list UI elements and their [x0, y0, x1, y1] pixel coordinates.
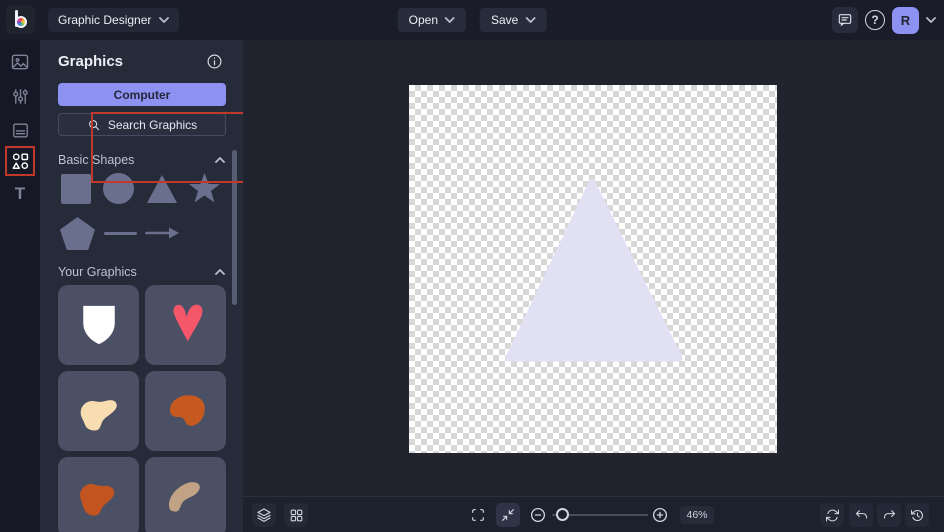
layers-button[interactable]	[252, 503, 276, 527]
chevron-up-icon	[215, 157, 225, 163]
tool-rail: T	[0, 40, 40, 532]
minus-circle-icon	[530, 507, 546, 523]
help-icon: ?	[871, 13, 879, 27]
triangle-layer[interactable]	[409, 85, 777, 453]
chevron-down-icon	[445, 17, 455, 23]
fullscreen-button[interactable]	[466, 503, 490, 527]
avatar-initial: R	[900, 12, 911, 28]
orange-blob-graphic	[79, 484, 114, 516]
shape-line[interactable]	[104, 232, 137, 235]
shield-graphic	[82, 305, 115, 345]
zoom-slider-handle[interactable]	[556, 508, 569, 521]
basic-shapes-label: Basic Shapes	[58, 153, 135, 167]
search-graphics-button[interactable]: Search Graphics	[58, 113, 226, 136]
zoom-out-button[interactable]	[526, 503, 550, 527]
computer-upload-button[interactable]: Computer	[58, 83, 226, 106]
design-canvas[interactable]	[409, 85, 777, 453]
section-basic-shapes-header[interactable]: Basic Shapes	[58, 152, 225, 168]
section-your-graphics-header[interactable]: Your Graphics	[58, 264, 225, 280]
templates-icon	[12, 122, 28, 138]
account-chevron-down-icon[interactable]	[926, 17, 936, 23]
befunky-logo[interactable]	[6, 5, 35, 34]
graphics-panel: Graphics Computer Search Graphics Basic …	[40, 40, 243, 532]
orange-bean-graphic	[169, 395, 205, 426]
history-button[interactable]	[905, 503, 929, 527]
save-label: Save	[491, 13, 519, 27]
zoom-level-badge[interactable]: 46%	[680, 506, 714, 524]
app-switcher-label: Graphic Designer	[58, 13, 152, 27]
reset-button[interactable]	[820, 503, 844, 527]
search-button-label: Search Graphics	[107, 117, 198, 132]
canvas-workspace	[243, 40, 944, 496]
image-icon	[11, 54, 29, 70]
shape-pentagon[interactable]	[58, 216, 97, 251]
shape-circle[interactable]	[103, 173, 134, 204]
panel-scrollbar[interactable]	[232, 150, 237, 305]
undo-button[interactable]	[849, 503, 873, 527]
plus-circle-icon	[652, 507, 668, 523]
tool-image-manager[interactable]	[8, 50, 32, 74]
shape-star[interactable]	[188, 173, 221, 204]
fullscreen-icon	[472, 509, 484, 521]
shape-arrow[interactable]	[145, 227, 180, 239]
text-tool-icon: T	[14, 183, 26, 203]
graphics-shapes-icon	[12, 153, 29, 170]
info-icon	[207, 54, 222, 69]
sync-icon	[825, 509, 839, 521]
topbar-center-actions: Open Save	[397, 8, 547, 32]
cream-blob-graphic	[80, 400, 117, 431]
tool-edit-adjust[interactable]	[8, 84, 32, 108]
top-bar: Graphic Designer Open Save ? R	[0, 0, 944, 40]
account-avatar[interactable]: R	[892, 6, 919, 34]
redo-icon	[883, 509, 895, 519]
fit-to-screen-button[interactable]	[496, 503, 520, 527]
app-switcher-dropdown[interactable]: Graphic Designer	[48, 8, 180, 32]
chevron-down-icon	[159, 17, 170, 23]
logo-color-wheel-icon	[15, 16, 27, 28]
history-icon	[910, 509, 923, 521]
graphic-designer-app: Graphic Designer Open Save ? R T Graphic…	[0, 0, 944, 532]
topbar-right-actions: ? R	[832, 0, 936, 40]
graphic-tile-shield[interactable]	[58, 285, 139, 365]
computer-button-label: Computer	[113, 87, 171, 102]
help-button[interactable]: ?	[865, 10, 885, 30]
zoom-slider[interactable]	[552, 508, 648, 521]
graphic-tile-cream-blob[interactable]	[58, 371, 139, 451]
open-button[interactable]: Open	[397, 8, 466, 32]
chat-icon	[838, 14, 852, 26]
layers-icon	[257, 508, 271, 522]
sliders-icon	[12, 88, 28, 104]
redo-button[interactable]	[877, 503, 901, 527]
fit-screen-icon	[502, 509, 514, 521]
open-label: Open	[408, 13, 438, 27]
graphic-tile-orange-blob[interactable]	[58, 457, 139, 532]
shape-square[interactable]	[61, 174, 91, 204]
undo-icon	[855, 509, 867, 519]
graphic-tile-heart[interactable]	[145, 285, 226, 365]
tool-graphics[interactable]	[8, 149, 32, 173]
zoom-in-button[interactable]	[648, 503, 672, 527]
graphic-tile-tan-bean[interactable]	[145, 457, 226, 532]
tan-bean-graphic	[168, 482, 200, 512]
bottom-toolbar: 46%	[243, 496, 944, 532]
save-button[interactable]: Save	[480, 8, 547, 32]
graphic-tile-orange-bean[interactable]	[145, 371, 226, 451]
info-button[interactable]	[206, 53, 223, 75]
heart-graphic	[172, 304, 202, 342]
chevron-down-icon	[525, 17, 536, 23]
your-graphics-label: Your Graphics	[58, 265, 137, 279]
zoom-level-value: 46%	[686, 509, 708, 521]
panel-title: Graphics	[58, 53, 124, 70]
shape-triangle[interactable]	[146, 174, 178, 204]
tool-templates[interactable]	[8, 118, 32, 142]
grid-view-button[interactable]	[284, 503, 308, 527]
tool-text[interactable]: T	[8, 181, 32, 205]
feedback-button[interactable]	[832, 7, 858, 33]
chevron-up-icon	[215, 269, 225, 275]
search-icon	[88, 119, 99, 130]
grid-icon	[290, 509, 302, 521]
